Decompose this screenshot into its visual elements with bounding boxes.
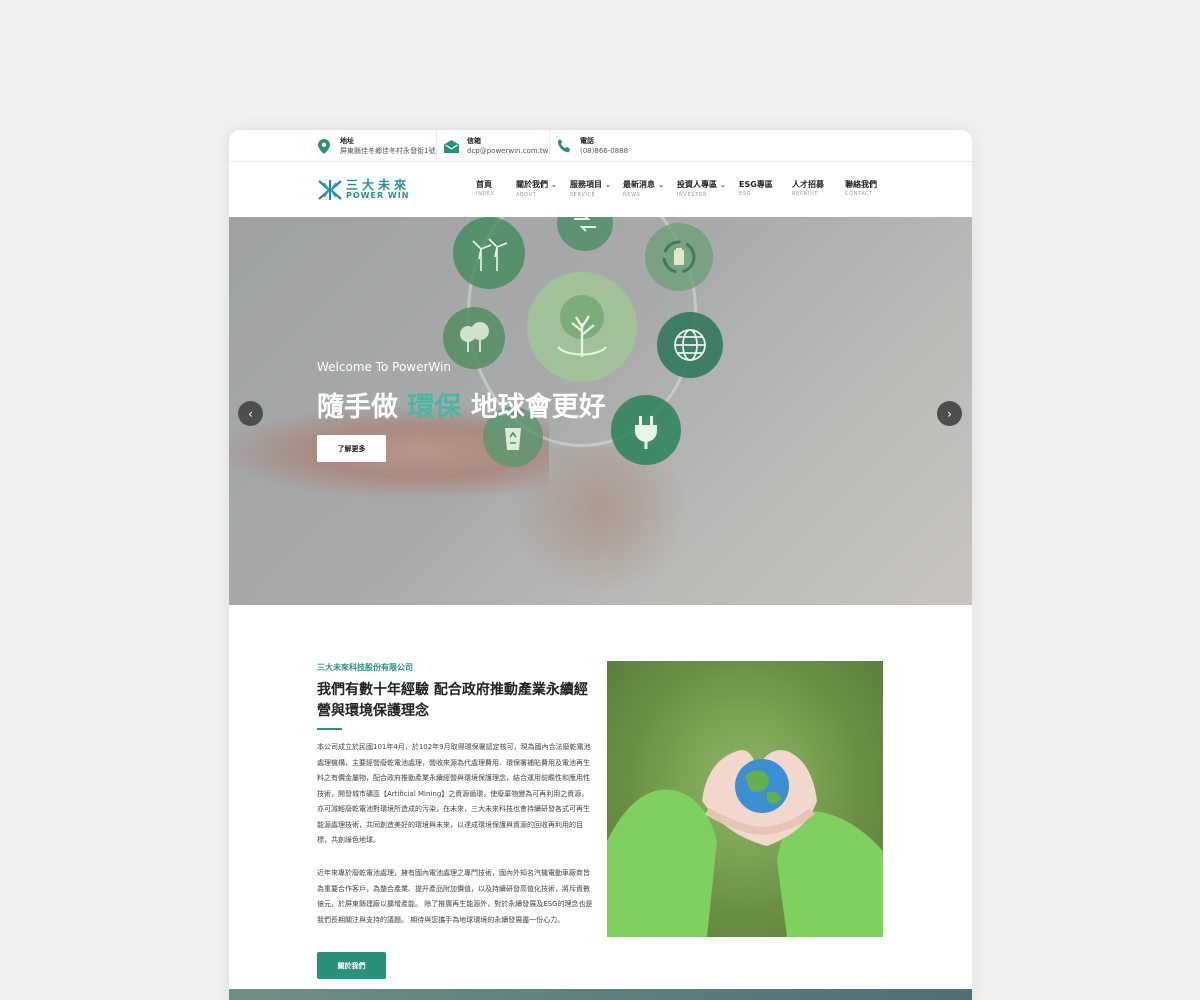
chevron-down-icon: ⌄ <box>605 181 611 189</box>
slider-prev-button[interactable]: ‹ <box>238 401 263 426</box>
hero-background-hand <box>509 447 689 597</box>
nav-item-recruit[interactable]: 人才招募 RECRUIT <box>792 179 845 200</box>
nav-item-about[interactable]: 關於我們 ⌄ ABOUT <box>516 179 570 200</box>
company-name: 三大未來科技股份有限公司 <box>317 663 413 672</box>
nav-sublabel: RECRUIT <box>792 191 818 197</box>
hero-title-accent: 環保 <box>407 392 462 423</box>
address-info: 地址 屏東縣佳冬鄉佳冬村永發街1號 <box>316 130 435 162</box>
main-menu: 首頁 INDEX 關於我們 ⌄ ABOUT 服務項目 ⌄ SERVICE 最新消息 ⌄… <box>476 179 890 200</box>
phone-value[interactable]: (08)866-0888 <box>580 146 628 157</box>
nav-item-contact[interactable]: 聯絡我們 CONTACT <box>845 179 890 200</box>
globe-icon <box>657 312 723 378</box>
contact-info-bar: 地址 屏東縣佳冬鄉佳冬村永發街1號 信箱 dcp@powerwin.com.tw… <box>229 130 972 162</box>
nav-item-service[interactable]: 服務項目 ⌄ SERVICE <box>570 179 623 200</box>
chevron-down-icon: ⌄ <box>720 181 726 189</box>
chevron-left-icon: ‹ <box>248 406 253 421</box>
nav-label: 最新消息 <box>623 180 655 189</box>
address-label: 地址 <box>340 136 354 145</box>
envelope-icon <box>443 138 459 154</box>
about-us-button[interactable]: 關於我們 <box>317 952 386 979</box>
battery-recycle-icon <box>645 223 713 291</box>
email-info[interactable]: 信箱 dcp@powerwin.com.tw <box>443 130 548 162</box>
nav-item-index[interactable]: 首頁 INDEX <box>476 179 516 200</box>
slider-next-button[interactable]: › <box>937 401 962 426</box>
map-pin-icon <box>316 138 332 154</box>
nav-label: 服務項目 <box>570 180 602 189</box>
email-label: 信箱 <box>467 136 481 145</box>
phone-info[interactable]: 電話 (08)866-0888 <box>556 130 628 162</box>
next-section-strip <box>229 989 972 1000</box>
about-section: 三大未來科技股份有限公司 我們有數十年經驗 配合政府推動產業永續經營與環境保護理… <box>229 605 972 1000</box>
nav-sublabel: NEWS <box>623 192 641 198</box>
nav-item-esg[interactable]: ESG專區 ESG <box>739 179 792 200</box>
phone-label: 電話 <box>580 136 594 145</box>
nav-label: 聯絡我們 <box>845 180 877 189</box>
about-title: 我們有數十年經驗 配合政府推動產業永續經營與環境保護理念 <box>317 682 588 719</box>
logo-chinese-name: 三大未來 <box>346 178 411 192</box>
chevron-down-icon: ⌄ <box>551 181 557 189</box>
hero-slider: Welcome To PowerWin 隨手做 環保 地球會更好 了解更多 ‹ … <box>229 217 972 605</box>
phone-icon <box>556 138 572 154</box>
nav-item-news[interactable]: 最新消息 ⌄ NEWS <box>623 179 677 200</box>
hero-title: 隨手做 環保 地球會更好 <box>317 385 606 424</box>
logo-english-name: POWER WIN <box>346 191 410 200</box>
divider <box>436 130 437 162</box>
hero-title-part: 隨手做 <box>317 392 398 423</box>
nav-label: ESG專區 <box>739 180 773 189</box>
about-paragraph-1: 本公司成立於民國101年4月，於102年9月取得環保署認定核可，現為國內合法廢乾… <box>317 743 591 844</box>
hero-welcome-text: Welcome To PowerWin <box>317 360 451 374</box>
main-navbar: 三大未來 POWER WIN 首頁 INDEX 關於我們 ⌄ ABOUT 服務項目… <box>229 162 972 217</box>
nav-sublabel: SERVICE <box>570 192 596 198</box>
website-frame: 地址 屏東縣佳冬鄉佳冬村永發街1號 信箱 dcp@powerwin.com.tw… <box>229 130 972 1000</box>
email-value[interactable]: dcp@powerwin.com.tw <box>467 146 548 157</box>
nav-sublabel: ABOUT <box>516 192 537 198</box>
wind-turbine-icon <box>453 217 525 289</box>
nav-label: 首頁 <box>476 180 492 189</box>
about-paragraph-2: 近年來專於廢乾電池處理，擁有國內電池處理之專門技術，國內外知名汽機電動車廠商皆為… <box>317 869 593 924</box>
nav-label: 關於我們 <box>516 180 548 189</box>
nav-label: 投資人專區 <box>677 180 717 189</box>
learn-more-button[interactable]: 了解更多 <box>317 435 386 462</box>
site-logo[interactable]: 三大未來 POWER WIN <box>317 179 410 201</box>
heart-hands-earth-photo <box>607 661 883 937</box>
chevron-down-icon: ⌄ <box>658 181 664 189</box>
tree-globe-icon <box>527 272 637 382</box>
divider <box>549 130 550 162</box>
address-value: 屏東縣佳冬鄉佳冬村永發街1號 <box>340 146 436 155</box>
nav-sublabel: ESG <box>739 191 752 197</box>
nav-label: 人才招募 <box>792 180 824 189</box>
nav-sublabel: CONTACT <box>845 191 873 197</box>
logo-mark-icon <box>318 180 342 200</box>
power-plug-icon <box>611 395 681 465</box>
chevron-right-icon: › <box>947 406 952 421</box>
hero-title-part: 地球會更好 <box>470 392 606 423</box>
nav-sublabel: INDEX <box>476 191 495 197</box>
forest-icon <box>443 307 505 369</box>
nav-sublabel: INVESTOR <box>677 192 708 198</box>
title-underline <box>317 728 342 730</box>
nav-item-investor[interactable]: 投資人專區 ⌄ INVESTOR <box>677 179 739 200</box>
